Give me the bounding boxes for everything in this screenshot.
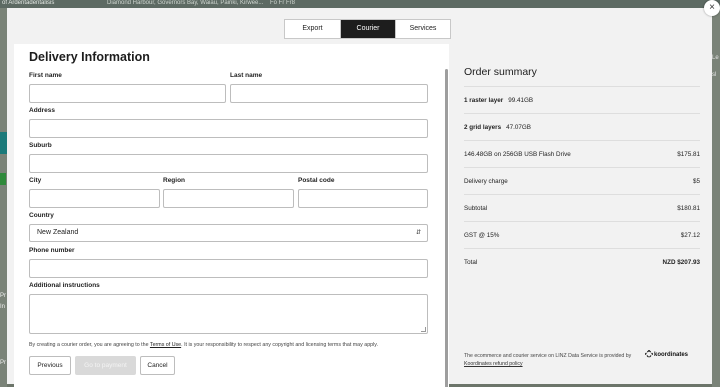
first-name-field[interactable] [29, 84, 226, 103]
summary-row: 146.48GB on 256GB USB Flash Drive $175.8… [464, 140, 700, 166]
summary-row-value: $5 [692, 178, 700, 185]
summary-row-label: 146.48GB on 256GB USB Flash Drive [464, 151, 571, 158]
koordinates-mark-icon [645, 350, 653, 358]
summary-row-value: $180.81 [677, 205, 700, 212]
background-snippet: Pr [0, 293, 6, 299]
last-name-label: Last name [230, 72, 263, 79]
terms-notice: By creating a courier order, you are agr… [29, 342, 378, 348]
country-select[interactable]: New Zealand ⇵ [29, 224, 428, 242]
first-name-label: First name [29, 72, 62, 79]
koordinates-logo: koordinates [645, 350, 688, 358]
summary-row: GST @ 15% $27.12 [464, 221, 700, 247]
summary-total-label: Total [464, 259, 478, 266]
service-notice: The ecommerce and courier service on LIN… [464, 352, 654, 368]
order-summary: Order summary 1 raster layer 99.41GB 2 gr… [455, 44, 712, 387]
terms-of-use-link[interactable]: Terms of Use [150, 342, 181, 348]
tab-bar: Export Courier Services [284, 19, 451, 39]
go-to-payment-button[interactable]: Go to payment [75, 356, 136, 375]
background-breadcrumb: Diamond Harbour, Governors Bay, Waiau, P… [107, 0, 264, 6]
city-field[interactable] [29, 189, 160, 208]
summary-row-label: 2 grid layers [464, 124, 502, 131]
delivery-form: Delivery Information First name Last nam… [14, 44, 449, 387]
terms-text-end: . It is your responsibility to respect a… [181, 342, 378, 348]
background-text: of Ardentadentalisis [2, 0, 55, 6]
refund-policy-link[interactable]: Koordinates refund policy [464, 361, 523, 367]
summary-row: 2 grid layers 47.07GB [464, 113, 700, 139]
close-modal-button[interactable]: × [704, 0, 720, 16]
city-label: City [29, 177, 42, 184]
address-field[interactable] [29, 119, 428, 138]
tab-services[interactable]: Services [395, 20, 450, 38]
summary-row-value: $27.12 [680, 232, 700, 239]
courier-order-modal: Export Courier Services Delivery Informa… [7, 8, 712, 387]
last-name-field[interactable] [230, 84, 428, 103]
summary-row-value: $175.81 [677, 151, 700, 158]
country-selected-value: New Zealand [37, 229, 79, 236]
background-snippet: In [0, 304, 6, 310]
postal-code-field[interactable] [298, 189, 428, 208]
summary-row-detail: 47.07GB [506, 124, 531, 131]
previous-button[interactable]: Previous [29, 356, 71, 375]
terms-text-start: By creating a courier order, you are agr… [29, 342, 150, 348]
summary-row-label: Delivery charge [464, 178, 508, 185]
summary-total-row: Total NZD $207.93 [464, 248, 700, 274]
address-label: Address [29, 107, 56, 114]
region-label: Region [163, 177, 186, 184]
summary-row-detail: 99.41GB [508, 97, 534, 104]
summary-row-label: Subtotal [464, 205, 488, 212]
summary-row: Delivery charge $5 [464, 167, 700, 193]
background-snippet: Le [712, 55, 719, 61]
phone-field[interactable] [29, 259, 428, 278]
suburb-field[interactable] [29, 154, 428, 173]
region-field[interactable] [163, 189, 294, 208]
service-notice-text: The ecommerce and courier service on LIN… [464, 353, 632, 359]
background-green-block [0, 173, 6, 185]
form-scrollbar[interactable] [445, 69, 448, 387]
summary-row: 1 raster layer 99.41GB [464, 86, 700, 112]
instructions-label: Additional instructions [29, 282, 100, 289]
tab-courier[interactable]: Courier [340, 20, 395, 38]
background-teal-block [0, 132, 7, 154]
background-columns: Fo Fr Fr8 [270, 0, 295, 6]
phone-label: Phone number [29, 247, 75, 254]
koordinates-wordmark: koordinates [654, 352, 689, 358]
resize-grip-icon[interactable] [421, 327, 426, 332]
tab-export[interactable]: Export [285, 20, 340, 38]
cancel-button[interactable]: Cancel [140, 356, 175, 375]
summary-total-value: NZD $207.93 [662, 259, 700, 266]
summary-row-label: 1 raster layer [464, 97, 504, 104]
form-title: Delivery Information [29, 50, 150, 64]
summary-row-label: GST @ 15% [464, 232, 500, 239]
postal-code-label: Postal code [298, 177, 335, 184]
background-map-right: Le sl [712, 8, 720, 387]
background-snippet: Pr [0, 360, 6, 366]
background-map-header: of Ardentadentalisis Diamond Harbour, Go… [0, 0, 720, 8]
country-label: Country [29, 212, 54, 219]
instructions-textarea[interactable] [29, 294, 428, 334]
suburb-label: Suburb [29, 142, 52, 149]
chevron-up-down-icon: ⇵ [415, 230, 421, 236]
background-map-left: Pr In Pr [0, 8, 7, 387]
summary-title: Order summary [464, 66, 537, 78]
background-snippet: sl [712, 72, 717, 78]
summary-row: Subtotal $180.81 [464, 194, 700, 220]
